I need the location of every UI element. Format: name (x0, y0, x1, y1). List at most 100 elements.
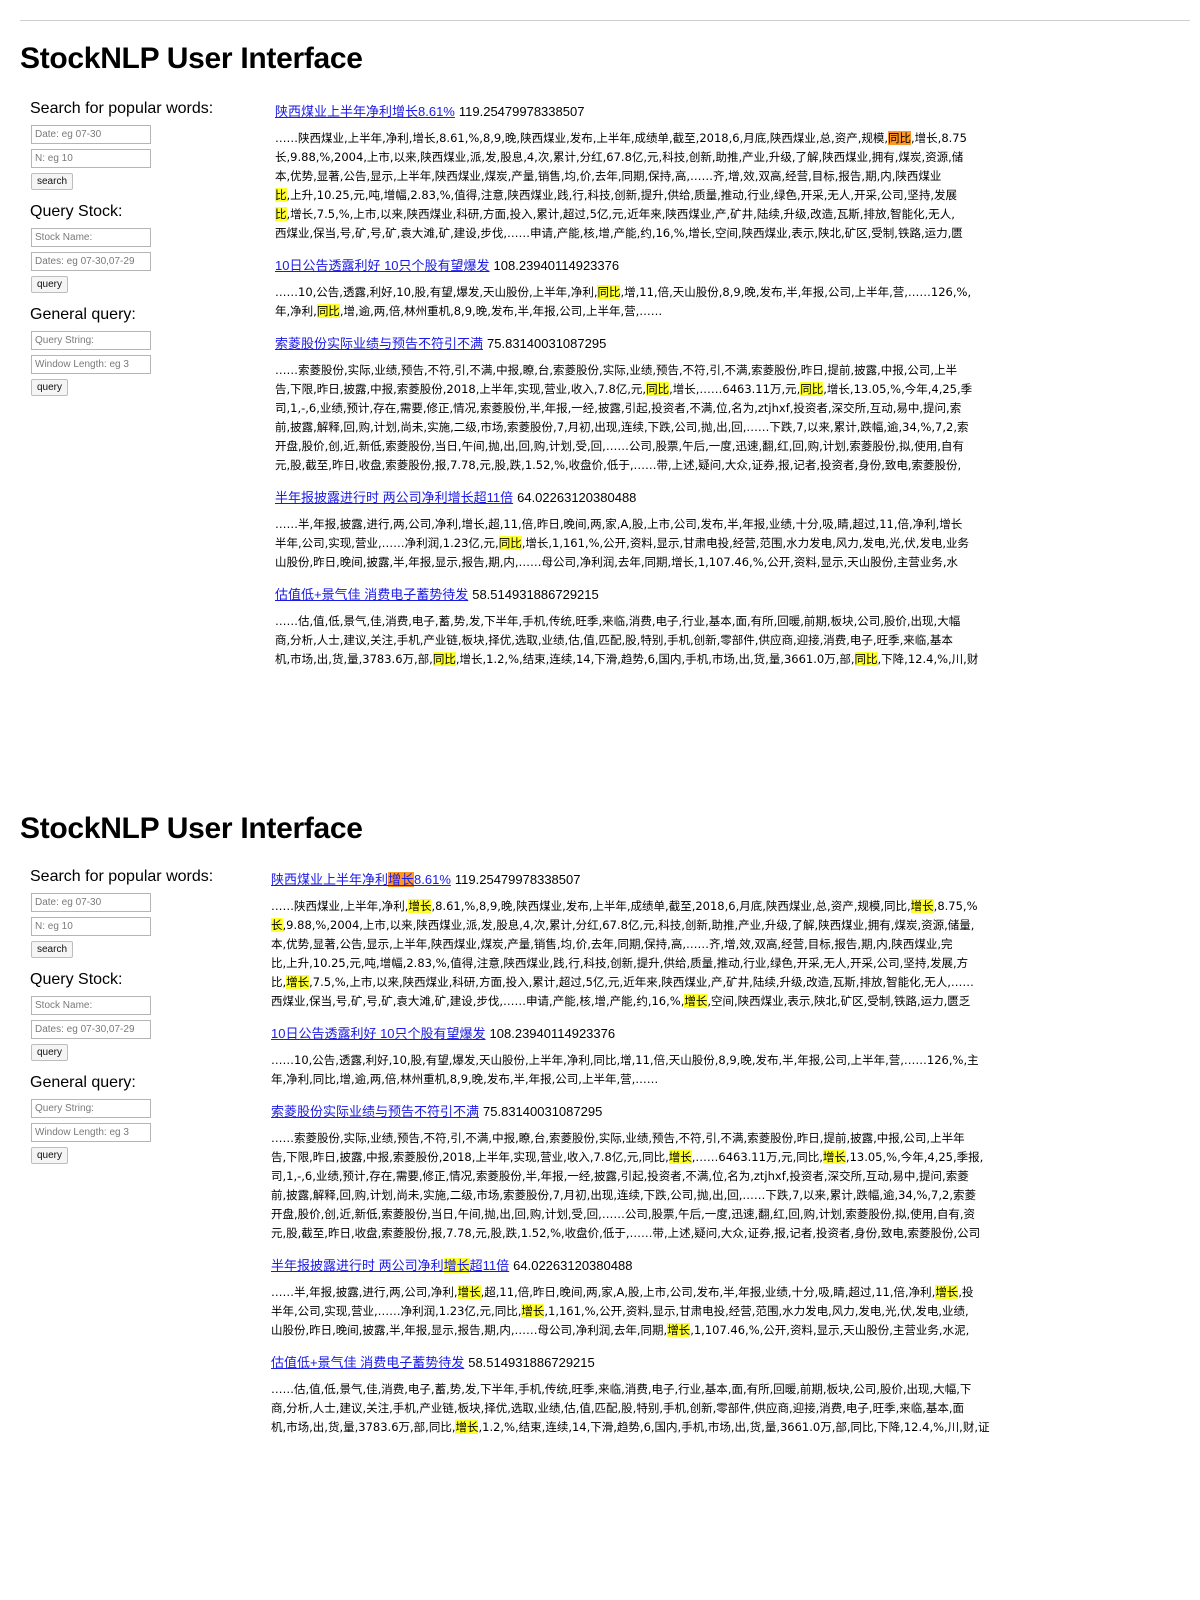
relevance-score: 64.02263120380488 (513, 1258, 633, 1273)
snippet-text: 本,优势,显著,公告,显示,上半年,陕西煤业,煤炭,产量,销售,均,价,去年,同… (271, 937, 953, 951)
title-text: 10日公告透露利好 10只个股有望爆发 (275, 258, 490, 273)
snippet-text: ,1,161,%,公开,资料,显示,甘肃电投,经营,范围,水力发电,风力,发电,… (544, 1304, 969, 1318)
relevance-score: 75.83140031087295 (487, 336, 607, 351)
date-input[interactable] (31, 125, 151, 144)
search-button[interactable]: search (31, 173, 74, 190)
snippet-text: 比,上升,10.25,元,吨,增幅,2.83,%,值得,注意,陕西煤业,践,行,… (271, 956, 969, 970)
highlighted-keyword: 增长 (668, 1150, 692, 1164)
highlighted-keyword: 比 (275, 188, 287, 202)
snippet-text: 西煤业,保当,号,矿,号,矿,袁大滩,矿,建设,步伐,……申请,产能,核,增,产… (271, 994, 685, 1008)
general-query-label: General query: (30, 1074, 136, 1091)
title-text: 估值低+景气佳 消费电子蓄势待发 (271, 1355, 465, 1370)
relevance-score: 75.83140031087295 (483, 1104, 603, 1119)
snippet-line: ……陕西煤业,上半年,净利,增长,8.61,%,8,9,晚,陕西煤业,发布,上半… (271, 897, 1165, 916)
snippet-text: ,7.5,%,上市,以来,陕西煤业,科研,方面,投入,累计,超过,5亿,元,近年… (309, 975, 974, 989)
snippet-text: ……陕西煤业,上半年,净利,增长,8.61,%,8,9,晚,陕西煤业,发布,上半… (275, 131, 889, 145)
query-string-input[interactable] (31, 1099, 151, 1118)
snippet-text: 山股份,昨日,晚间,披露,半,年报,显示,报告,期,内,……母公司,净利润,去年… (271, 1323, 668, 1337)
snippet-line: 比,上升,10.25,元,吨,增幅,2.83,%,值得,注意,陕西煤业,践,行,… (271, 954, 1165, 973)
stock-dates-input[interactable] (31, 1020, 151, 1039)
date-input[interactable] (31, 893, 151, 912)
general-query-button[interactable]: query (31, 379, 69, 396)
query-stock-label: Query Stock: (30, 971, 123, 988)
title-text: 陕西煤业上半年净利 (271, 872, 389, 887)
window-length-input[interactable] (31, 1123, 151, 1142)
snippet-text: 司,1,-,6,业绩,预计,存在,需要,修正,情况,索菱股份,半,年报,一经,披… (271, 1169, 969, 1183)
n-input[interactable] (31, 917, 151, 936)
general-query-button[interactable]: query (31, 1147, 69, 1164)
result-title-link[interactable]: 陕西煤业上半年净利增长8.61% (275, 104, 455, 119)
snippet-line: 前,披露,解释,回,购,计划,尚未,实施,二级,市场,索菱股份,7,月初,出现,… (271, 1186, 1165, 1205)
snippet-line: ……估,值,低,景气,佳,消费,电子,蓄,势,发,下半年,手机,传统,旺季,来临… (275, 612, 1165, 631)
result-title-link[interactable]: 索菱股份实际业绩与预告不符引不满 (271, 1104, 479, 1119)
snippet-line: 本,优势,显著,公告,显示,上半年,陕西煤业,煤炭,产量,销售,均,价,去年,同… (271, 935, 1165, 954)
snippet-text: 年,净利,同比,增,逾,两,倍,林州重机,8,9,晚,发布,半,年报,公司,上半… (271, 1072, 659, 1086)
result-title-link[interactable]: 10日公告透露利好 10只个股有望爆发 (275, 258, 490, 273)
snippet-text: ……半,年报,披露,进行,两,公司,净利, (271, 1285, 458, 1299)
title-text: 8.61% (414, 872, 451, 887)
snippet-text: 西煤业,保当,号,矿,号,矿,袁大滩,矿,建设,步伐,……申请,产能,核,增,产… (275, 226, 963, 240)
snippet-line: 长,9.88,%,2004,上市,以来,陕西煤业,派,发,股息,4,次,累计,分… (275, 148, 1165, 167)
result-title-link[interactable]: 估值低+景气佳 消费电子蓄势待发 (271, 1355, 464, 1370)
query-string-input[interactable] (31, 331, 151, 350)
snippet-line: 元,股,截至,昨日,收盘,索菱股份,报,7.78,元,股,跌,1.52,%,收盘… (275, 456, 1165, 475)
snippet-text: 年,净利, (275, 304, 317, 318)
snippet-text: 商,分析,人士,建议,关注,手机,产业链,板块,择优,选取,业绩,估,值,匹配,… (275, 633, 953, 647)
highlighted-keyword: 增长 (935, 1285, 959, 1299)
snippet-line: 山股份,昨日,晚间,披露,半,年报,显示,报告,期,内,……母公司,净利润,去年… (271, 1321, 1165, 1340)
query-stock-button[interactable]: query (31, 276, 69, 293)
snippet-text: 机,市场,出,货,量,3783.6万,部,同比, (271, 1420, 456, 1434)
snippet-line: 西煤业,保当,号,矿,号,矿,袁大滩,矿,建设,步伐,……申请,产能,核,增,产… (275, 224, 1165, 243)
query-stock-button[interactable]: query (31, 1044, 69, 1061)
snippet-text: 山股份,昨日,晚间,披露,半,年报,显示,报告,期,内,……母公司,净利润,去年… (275, 555, 959, 569)
stock-name-input[interactable] (31, 996, 151, 1015)
window-length-input[interactable] (31, 355, 151, 374)
snippet-line: ……估,值,低,景气,佳,消费,电子,蓄,势,发,下半年,手机,传统,旺季,来临… (271, 1380, 1165, 1399)
snippet-line: 本,优势,显著,公告,显示,上半年,陕西煤业,煤炭,产量,销售,均,价,去年,同… (275, 167, 1165, 186)
result-title-link[interactable]: 估值低+景气佳 消费电子蓄势待发 (275, 587, 468, 602)
snippet-text: ,空间,陕西煤业,表示,陕北,矿区,受制,铁路,运力,匮乏 (707, 994, 971, 1008)
result-title-link[interactable]: 半年报披露进行时 两公司净利增长超11倍 (275, 490, 513, 505)
title-text: 索菱股份实际业绩与预告不符引不满 (271, 1104, 480, 1119)
highlighted-keyword: 增长 (286, 975, 310, 989)
stock-name-input[interactable] (31, 228, 151, 247)
popular-words-label: Search for popular words: (30, 868, 214, 885)
result-item: 10日公告透露利好 10只个股有望爆发 108.23940114923376 ……1… (275, 255, 1165, 321)
snippet-text: ,……6463.11万,元,同比, (691, 1150, 823, 1164)
snippet-line: 长,9.88,%,2004,上市,以来,陕西煤业,派,发,股息,4,次,累计,分… (271, 916, 1165, 935)
result-title-link[interactable]: 陕西煤业上半年净利增长8.61% (271, 872, 451, 887)
snippet-text: ……10,公告,透露,利好,10,股,有望,爆发,天山股份,上半年,净利,同比,… (271, 1053, 979, 1067)
result-snippet: ……半,年报,披露,进行,两,公司,净利,增长,超,11,倍,昨日,晚间,两,家… (271, 1283, 1165, 1340)
snippet-text: ,增长,8.75 (911, 131, 967, 145)
snippet-text: ……半,年报,披露,进行,两,公司,净利,增长,超,11,倍,昨日,晚间,两,家… (275, 517, 963, 531)
snippet-text: 商,分析,人士,建议,关注,手机,产业链,板块,择优,选取,业绩,估,值,匹配,… (271, 1401, 965, 1415)
snippet-text: ,上升,10.25,元,吨,增幅,2.83,%,值得,注意,陕西煤业,践,行,科… (286, 188, 958, 202)
stock-dates-input[interactable] (31, 252, 151, 271)
n-input[interactable] (31, 149, 151, 168)
snippet-text: 半年,公司,实现,营业,……净利润,1.23亿,元, (275, 536, 499, 550)
result-item: 陕西煤业上半年净利增长8.61% 119.25479978338507 ……陕西煤业… (271, 869, 1165, 1011)
relevance-score: 64.02263120380488 (517, 490, 637, 505)
highlighted-keyword: 增长 (822, 1150, 846, 1164)
snippet-line: 告,下限,昨日,披露,中报,索菱股份,2018,上半年,实现,营业,收入,7.8… (271, 1148, 1165, 1167)
title-text: 估值低+景气佳 消费电子蓄势待发 (275, 587, 469, 602)
result-item: 索菱股份实际业绩与预告不符引不满 75.83140031087295 ……索菱股份,… (271, 1101, 1165, 1243)
snippet-text: 司,1,-,6,业绩,预计,存在,需要,修正,情况,索菱股份,半,年报,一经,披… (275, 401, 962, 415)
result-title-link[interactable]: 索菱股份实际业绩与预告不符引不满 (275, 336, 483, 351)
title-text: 索菱股份实际业绩与预告不符引不满 (275, 336, 484, 351)
snippet-text: ,增长,1,161,%,公开,资料,显示,甘肃电投,经营,范围,水力发电,风力,… (521, 536, 970, 550)
result-item: 索菱股份实际业绩与预告不符引不满 75.83140031087295 ……索菱股份,… (275, 333, 1165, 475)
result-title-link[interactable]: 10日公告透露利好 10只个股有望爆发 (271, 1026, 486, 1041)
snippet-line: 西煤业,保当,号,矿,号,矿,袁大滩,矿,建设,步伐,……申请,产能,核,增,产… (271, 992, 1165, 1011)
snippet-line: 元,股,截至,昨日,收盘,索菱股份,报,7.78,元,股,跌,1.52,%,收盘… (271, 1224, 1165, 1243)
search-button[interactable]: search (31, 941, 74, 958)
highlighted-keyword: 同比 (316, 304, 340, 318)
result-title-link[interactable]: 半年报披露进行时 两公司净利增长超11倍 (271, 1258, 509, 1273)
snippet-text: 机,市场,出,货,量,3783.6万,部, (275, 652, 433, 666)
snippet-text: ……索菱股份,实际,业绩,预告,不符,引,不满,中报,瞭,台,索菱股份,实际,业… (275, 363, 958, 377)
snippet-line: 司,1,-,6,业绩,预计,存在,需要,修正,情况,索菱股份,半,年报,一经,披… (275, 399, 1165, 418)
snippet-text: 元,股,截至,昨日,收盘,索菱股份,报,7.78,元,股,跌,1.52,%,收盘… (271, 1226, 981, 1240)
snippet-text: ,增长,1.2,%,结束,连续,14,下滑,趋势,6,国内,手机,市场,出,货,… (455, 652, 855, 666)
highlighted-keyword-active: 增长 (388, 872, 415, 887)
relevance-score: 58.514931886729215 (472, 587, 599, 602)
